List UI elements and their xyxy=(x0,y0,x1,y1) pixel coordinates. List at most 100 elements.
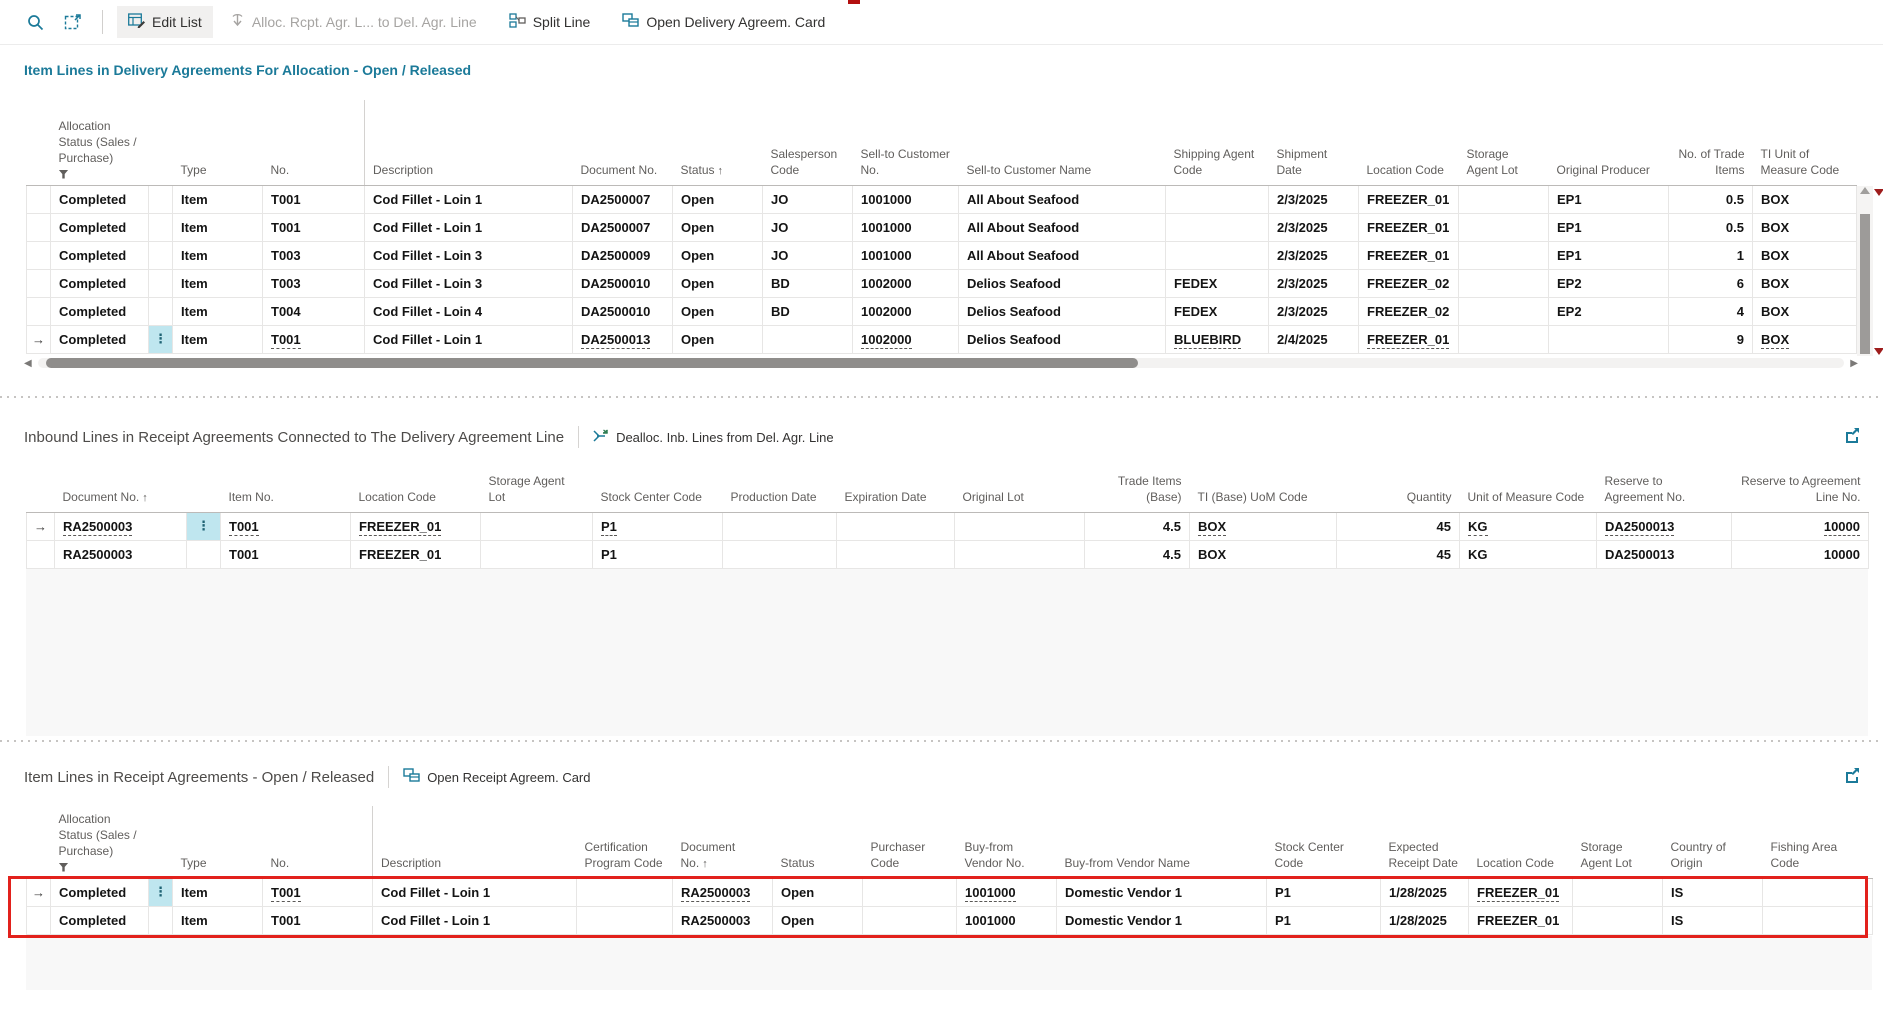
table-row[interactable]: →RA2500003⋮T001FREEZER_01P14.5BOX45KGDA2… xyxy=(27,512,1869,540)
cell[interactable]: FREEZER_01 xyxy=(1469,878,1573,906)
table-row[interactable]: CompletedItemT001Cod Fillet - Loin 1RA25… xyxy=(27,906,1873,934)
column-header[interactable]: Reserve to Agreement Line No. xyxy=(1732,466,1869,512)
column-header[interactable]: No. of Trade Items xyxy=(1669,100,1753,185)
cell[interactable]: Item xyxy=(173,878,263,906)
cell[interactable]: EP2 xyxy=(1549,269,1669,297)
cell[interactable]: FREEZER_01 xyxy=(1359,213,1459,241)
column-header[interactable]: Location Code xyxy=(1469,806,1573,878)
cell[interactable]: 45 xyxy=(1337,512,1460,540)
column-header[interactable]: Sell-to Customer No. xyxy=(853,100,959,185)
column-header[interactable]: Allocation Status (Sales / Purchase) xyxy=(51,100,149,185)
table-row[interactable]: CompletedItemT001Cod Fillet - Loin 1DA25… xyxy=(27,185,1857,213)
cell[interactable]: Delios Seafood xyxy=(959,269,1166,297)
cell[interactable]: BD xyxy=(763,269,853,297)
cell[interactable] xyxy=(863,878,957,906)
cell[interactable]: Open xyxy=(673,297,763,325)
cell[interactable]: Open xyxy=(673,269,763,297)
cell[interactable]: BD xyxy=(763,297,853,325)
cell[interactable]: Item xyxy=(173,241,263,269)
cell[interactable]: 9 xyxy=(1669,325,1753,353)
cell[interactable]: Open xyxy=(673,185,763,213)
cell[interactable]: FREEZER_02 xyxy=(1359,297,1459,325)
cell[interactable] xyxy=(723,540,837,568)
cell[interactable]: 1 xyxy=(1669,241,1753,269)
cell[interactable]: 10000 xyxy=(1732,540,1869,568)
cell[interactable]: 6 xyxy=(1669,269,1753,297)
column-header[interactable]: Fishing Area Code xyxy=(1763,806,1873,878)
cell[interactable] xyxy=(1459,185,1549,213)
cell[interactable]: BOX xyxy=(1753,185,1857,213)
horizontal-scrollbar-track[interactable] xyxy=(38,358,1844,368)
cell[interactable]: Item xyxy=(173,906,263,934)
cell[interactable] xyxy=(1459,325,1549,353)
cell[interactable]: RA2500003 xyxy=(673,878,773,906)
column-header[interactable]: Salesperson Code xyxy=(763,100,853,185)
cell[interactable] xyxy=(1573,878,1663,906)
cell[interactable]: Completed xyxy=(51,213,149,241)
cell[interactable] xyxy=(1459,297,1549,325)
cell[interactable]: 4.5 xyxy=(1085,512,1190,540)
row-selector[interactable] xyxy=(27,297,51,325)
cell[interactable]: 1001000 xyxy=(853,241,959,269)
cell[interactable] xyxy=(837,512,955,540)
cell[interactable]: DA2500010 xyxy=(573,297,673,325)
cell[interactable]: 0.5 xyxy=(1669,185,1753,213)
cell[interactable] xyxy=(1573,906,1663,934)
cell[interactable]: 2/3/2025 xyxy=(1269,213,1359,241)
cell[interactable]: T004 xyxy=(263,297,365,325)
table-row[interactable]: →Completed⋮ItemT001Cod Fillet - Loin 1RA… xyxy=(27,878,1873,906)
cell[interactable]: 2/4/2025 xyxy=(1269,325,1359,353)
cell[interactable]: T001 xyxy=(221,540,351,568)
cell[interactable]: DA2500013 xyxy=(573,325,673,353)
cell[interactable]: Completed xyxy=(51,325,149,353)
cell[interactable]: P1 xyxy=(1267,906,1381,934)
cell[interactable]: All About Seafood xyxy=(959,213,1166,241)
cell[interactable]: Cod Fillet - Loin 1 xyxy=(365,185,573,213)
cell[interactable]: DA2500007 xyxy=(573,213,673,241)
cell[interactable]: 2/3/2025 xyxy=(1269,297,1359,325)
section-splitter[interactable] xyxy=(0,740,1883,742)
cell[interactable]: FEDEX xyxy=(1166,269,1269,297)
column-header[interactable]: Unit of Measure Code xyxy=(1460,466,1597,512)
cell[interactable]: Cod Fillet - Loin 1 xyxy=(365,213,573,241)
column-header[interactable]: Trade Items (Base) xyxy=(1085,466,1190,512)
cell[interactable] xyxy=(863,906,957,934)
cell[interactable]: T001 xyxy=(263,185,365,213)
cell[interactable] xyxy=(1459,269,1549,297)
cell[interactable]: Completed xyxy=(51,297,149,325)
column-header[interactable]: Storage Agent Lot xyxy=(1573,806,1663,878)
cell[interactable]: KG xyxy=(1460,512,1597,540)
cell[interactable]: 1001000 xyxy=(853,213,959,241)
cell[interactable] xyxy=(1459,213,1549,241)
table-row[interactable]: RA2500003T001FREEZER_01P14.5BOX45KGDA250… xyxy=(27,540,1869,568)
cell[interactable]: Cod Fillet - Loin 3 xyxy=(365,241,573,269)
cell[interactable]: Completed xyxy=(51,241,149,269)
column-header[interactable]: Storage Agent Lot xyxy=(1459,100,1549,185)
cell[interactable]: DA2500013 xyxy=(1597,512,1732,540)
cell[interactable] xyxy=(1166,185,1269,213)
cell[interactable]: Cod Fillet - Loin 4 xyxy=(365,297,573,325)
dealloc-inbound-lines-button[interactable]: Dealloc. Inb. Lines from Del. Agr. Line xyxy=(593,429,834,446)
column-header[interactable]: Production Date xyxy=(723,466,837,512)
cell[interactable]: Cod Fillet - Loin 3 xyxy=(365,269,573,297)
cell[interactable]: P1 xyxy=(593,512,723,540)
column-header[interactable]: Buy-from Vendor Name xyxy=(1057,806,1267,878)
row-menu-icon[interactable]: ⋮ xyxy=(149,878,173,906)
cell[interactable]: T003 xyxy=(263,269,365,297)
cell[interactable]: EP1 xyxy=(1549,213,1669,241)
cell[interactable] xyxy=(481,540,593,568)
cell[interactable]: Cod Fillet - Loin 1 xyxy=(373,878,577,906)
search-icon[interactable] xyxy=(20,7,50,37)
column-header[interactable]: Location Code xyxy=(1359,100,1459,185)
cell[interactable]: 1001000 xyxy=(957,906,1057,934)
cell[interactable] xyxy=(1763,906,1873,934)
cell[interactable]: FREEZER_01 xyxy=(1469,906,1573,934)
row-menu-icon[interactable] xyxy=(149,185,173,213)
cell[interactable]: RA2500003 xyxy=(55,540,187,568)
share-icon[interactable] xyxy=(1841,424,1863,446)
cell[interactable] xyxy=(955,540,1085,568)
table-row[interactable]: CompletedItemT004Cod Fillet - Loin 4DA25… xyxy=(27,297,1857,325)
horizontal-scrollbar[interactable]: ◀ ▶ xyxy=(24,356,1858,370)
row-selector[interactable]: → xyxy=(27,512,55,540)
row-selector[interactable]: → xyxy=(27,878,51,906)
